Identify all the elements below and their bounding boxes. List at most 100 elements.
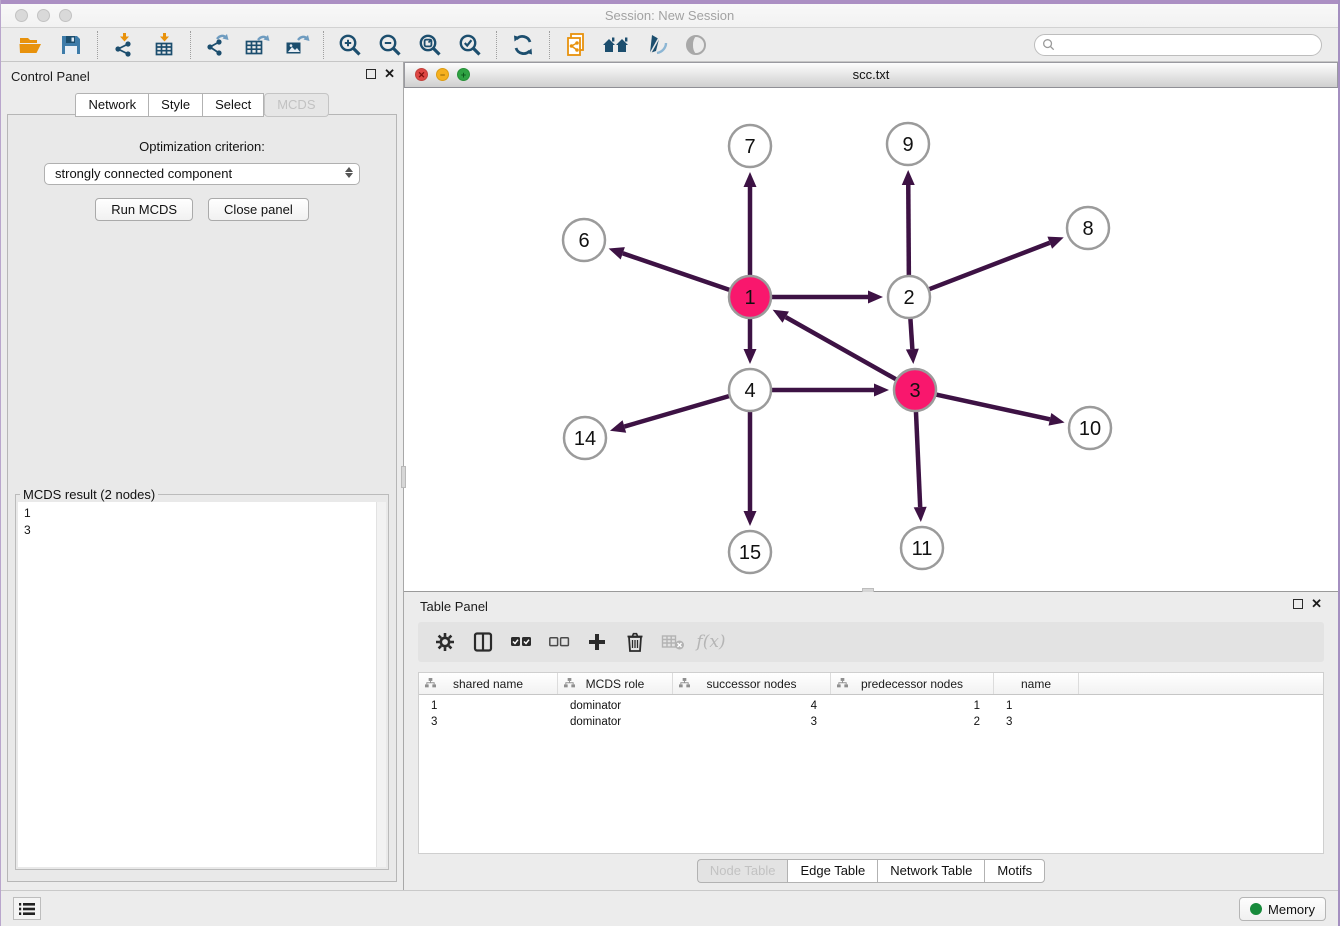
column-header-successor-nodes[interactable]: successor nodes xyxy=(673,673,831,694)
close-window-button[interactable] xyxy=(15,9,28,22)
node-table[interactable]: shared nameMCDS rolesuccessor nodesprede… xyxy=(418,672,1324,854)
tab-style[interactable]: Style xyxy=(148,93,202,117)
table-row[interactable]: 3dominator323 xyxy=(419,714,1323,730)
run-mcds-button[interactable]: Run MCDS xyxy=(95,198,193,221)
column-header-shared-name[interactable]: shared name xyxy=(419,673,558,694)
graph-node-10[interactable]: 10 xyxy=(1069,407,1111,449)
table-cell[interactable]: 1 xyxy=(419,700,558,712)
graph-edge[interactable] xyxy=(624,396,729,427)
graph-node-8[interactable]: 8 xyxy=(1067,207,1109,249)
graph-edge[interactable] xyxy=(929,243,1050,290)
apply-layout-button[interactable] xyxy=(503,30,543,60)
table-cell[interactable]: 1 xyxy=(831,700,994,712)
result-scrollbar[interactable] xyxy=(376,502,386,867)
deselect-all-columns-button[interactable] xyxy=(542,627,576,657)
zoom-fit-content-button[interactable] xyxy=(410,30,450,60)
svg-text:2: 2 xyxy=(903,287,914,309)
select-all-columns-button[interactable] xyxy=(504,627,538,657)
float-panel-button[interactable] xyxy=(366,69,376,79)
toolbar-separator xyxy=(323,31,324,59)
mcds-result-list[interactable]: 1 3 xyxy=(18,502,386,867)
column-header-label: name xyxy=(1021,677,1051,691)
tab-network[interactable]: Network xyxy=(75,93,148,117)
tab-motifs[interactable]: Motifs xyxy=(984,859,1045,883)
tab-node-table[interactable]: Node Table xyxy=(697,859,788,883)
create-column-button[interactable] xyxy=(580,627,614,657)
column-visibility-button[interactable] xyxy=(466,627,500,657)
zoom-out-button[interactable] xyxy=(370,30,410,60)
table-cell[interactable]: 2 xyxy=(831,716,994,728)
search-field[interactable] xyxy=(1034,34,1322,56)
graph-node-4[interactable]: 4 xyxy=(729,369,771,411)
tab-edge-table[interactable]: Edge Table xyxy=(787,859,877,883)
graph-edge[interactable] xyxy=(908,185,909,276)
table-cell[interactable]: 3 xyxy=(673,716,831,728)
network-canvas[interactable]: 7 9 6 8 1 2 4 3 14 10 15 11 xyxy=(404,88,1338,591)
table-cell[interactable]: 1 xyxy=(994,700,1079,712)
graph-edge[interactable] xyxy=(623,253,730,290)
graph-node-3[interactable]: 3 xyxy=(894,369,936,411)
export-network-button[interactable] xyxy=(197,30,237,60)
svg-text:9: 9 xyxy=(902,134,913,156)
network-maximize-button[interactable]: + xyxy=(457,68,470,81)
zoom-window-button[interactable] xyxy=(59,9,72,22)
memory-button[interactable]: Memory xyxy=(1239,897,1326,921)
close-panel-icon-button[interactable]: ✕ xyxy=(384,68,395,80)
graph-node-15[interactable]: 15 xyxy=(729,531,771,573)
graph-node-2[interactable]: 2 xyxy=(888,276,930,318)
task-history-button[interactable] xyxy=(13,897,41,920)
unchecked-boxes-icon xyxy=(548,635,570,649)
close-panel-button[interactable]: Close panel xyxy=(208,198,309,221)
export-table-button[interactable] xyxy=(237,30,277,60)
toggle-graphics-details-button[interactable] xyxy=(636,30,676,60)
network-graph[interactable]: 7 9 6 8 1 2 4 3 14 10 15 11 xyxy=(404,88,1338,591)
network-close-button[interactable]: ✕ xyxy=(415,68,428,81)
table-cell[interactable]: 3 xyxy=(419,716,558,728)
graph-edge[interactable] xyxy=(786,317,897,380)
table-panel: Table Panel ✕ xyxy=(404,592,1338,890)
graph-edge[interactable] xyxy=(910,318,912,349)
import-network-button[interactable] xyxy=(104,30,144,60)
graph-edge[interactable] xyxy=(936,394,1050,419)
column-header-predecessor-nodes[interactable]: predecessor nodes xyxy=(831,673,994,694)
close-table-panel-button[interactable]: ✕ xyxy=(1311,598,1322,610)
birds-eye-view-button[interactable] xyxy=(676,30,716,60)
graph-node-1[interactable]: 1 xyxy=(729,276,771,318)
search-input[interactable] xyxy=(1059,36,1321,54)
optimization-criterion-select[interactable]: strongly connected component xyxy=(44,163,360,185)
open-session-button[interactable] xyxy=(11,30,51,60)
network-minimize-button[interactable]: − xyxy=(436,68,449,81)
float-table-panel-button[interactable] xyxy=(1293,599,1303,609)
graph-node-9[interactable]: 9 xyxy=(887,123,929,165)
mcds-result-values: 1 3 xyxy=(18,502,386,542)
memory-label: Memory xyxy=(1268,902,1315,917)
export-image-button[interactable] xyxy=(277,30,317,60)
tab-mcds[interactable]: MCDS xyxy=(264,93,328,117)
vertical-splitter-handle[interactable] xyxy=(401,466,406,488)
svg-text:10: 10 xyxy=(1079,418,1101,440)
delete-column-button[interactable] xyxy=(618,627,652,657)
table-row[interactable]: 1dominator411 xyxy=(419,698,1323,714)
show-all-networks-button[interactable] xyxy=(596,30,636,60)
network-view-frame: ✕ − + scc.txt 7968124314101511 xyxy=(404,62,1338,592)
column-header-name[interactable]: name xyxy=(994,673,1079,694)
graph-node-7[interactable]: 7 xyxy=(729,125,771,167)
column-header-MCDS-role[interactable]: MCDS role xyxy=(558,673,673,694)
zoom-in-button[interactable] xyxy=(330,30,370,60)
import-table-button[interactable] xyxy=(144,30,184,60)
table-settings-button[interactable] xyxy=(428,627,462,657)
tab-select[interactable]: Select xyxy=(202,93,264,117)
table-cell[interactable]: dominator xyxy=(558,700,673,712)
table-cell[interactable]: 3 xyxy=(994,716,1079,728)
graph-edge[interactable] xyxy=(916,411,920,507)
graph-node-14[interactable]: 14 xyxy=(564,417,606,459)
minimize-window-button[interactable] xyxy=(37,9,50,22)
table-cell[interactable]: 4 xyxy=(673,700,831,712)
graph-node-11[interactable]: 11 xyxy=(901,527,943,569)
duplicate-network-button[interactable] xyxy=(556,30,596,60)
save-session-button[interactable] xyxy=(51,30,91,60)
table-cell[interactable]: dominator xyxy=(558,716,673,728)
tab-network-table[interactable]: Network Table xyxy=(877,859,984,883)
zoom-selected-button[interactable] xyxy=(450,30,490,60)
graph-node-6[interactable]: 6 xyxy=(563,219,605,261)
